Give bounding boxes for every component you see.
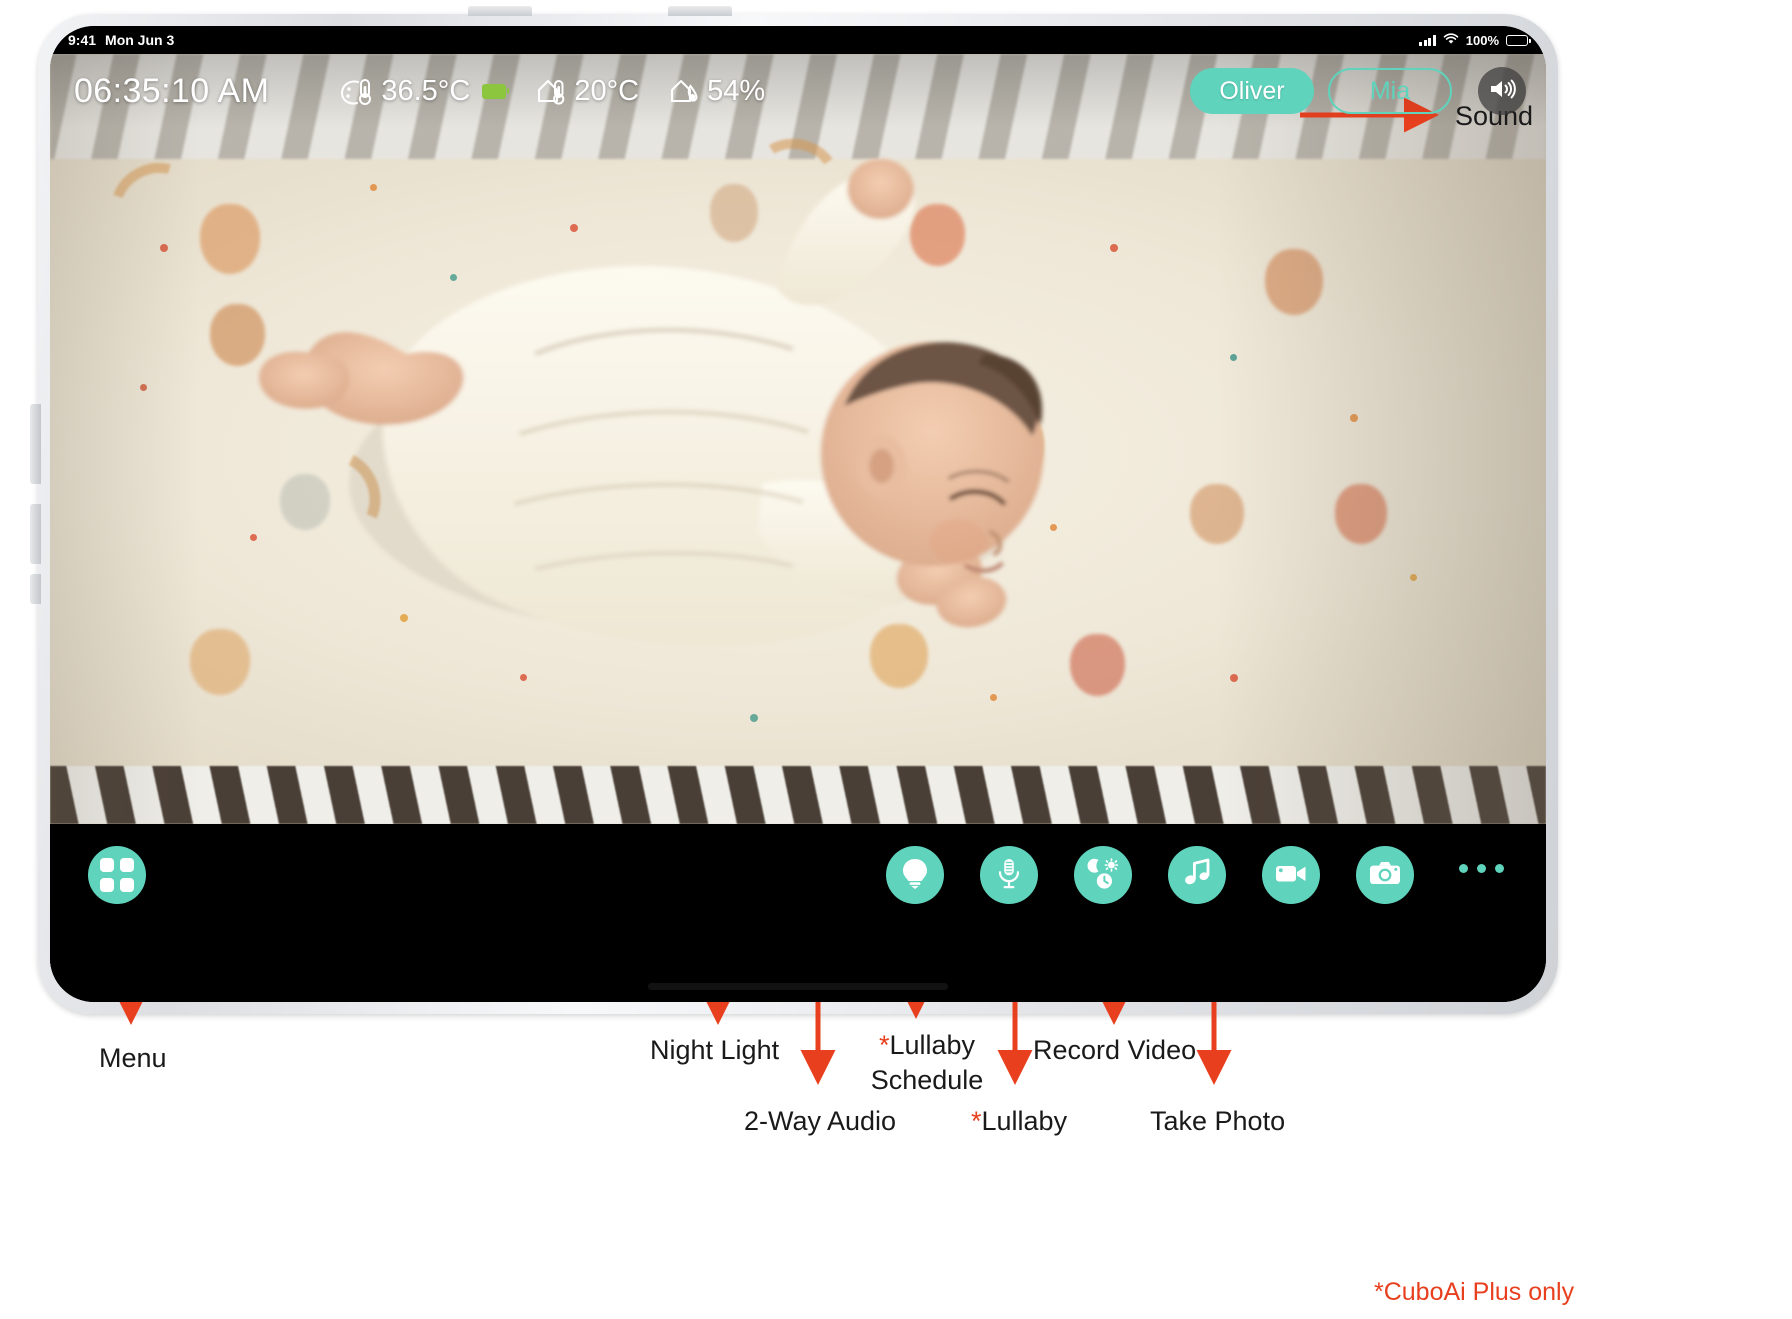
- tablet-screen: 9:41 Mon Jun 3 100% 06:35:10 AM 36.5°C 2…: [50, 26, 1546, 1002]
- microphone-icon: [996, 857, 1022, 894]
- wifi-icon: [1443, 32, 1459, 48]
- annotation-lullaby-label: *Lullaby: [971, 1106, 1067, 1137]
- live-clock: 06:35:10 AM: [74, 71, 270, 110]
- ios-status-date: Mon Jun 3: [105, 32, 175, 48]
- device-bezel: 9:41 Mon Jun 3 100% 06:35:10 AM 36.5°C 2…: [50, 26, 1546, 1002]
- lullaby-button[interactable]: [1168, 846, 1226, 904]
- cellular-signal-icon: [1419, 34, 1436, 46]
- take-photo-button[interactable]: [1356, 846, 1414, 904]
- feed-vignette-left: [50, 54, 200, 824]
- device-top-button-2[interactable]: [668, 6, 732, 16]
- room-humidity-metric: 54%: [669, 75, 765, 108]
- night-light-button[interactable]: [886, 846, 944, 904]
- device-side-button[interactable]: [30, 574, 41, 604]
- light-bulb-icon: [900, 857, 930, 894]
- sensor-battery-indicator: [482, 83, 510, 99]
- annotation-two-way-audio-label: 2-Way Audio: [744, 1106, 897, 1136]
- annotation-lullaby-schedule-star: *: [878, 1030, 890, 1060]
- room-humidity-value: 54%: [707, 74, 766, 107]
- battery-full-icon: [1506, 34, 1531, 46]
- more-dots-icon: [1477, 864, 1486, 873]
- more-options-button[interactable]: [1459, 864, 1504, 873]
- device-volume-down-button[interactable]: [30, 504, 41, 564]
- moon-sun-clock-icon: [1086, 857, 1120, 894]
- tablet-device-frame: 9:41 Mon Jun 3 100% 06:35:10 AM 36.5°C 2…: [30, 6, 1558, 1014]
- annotation-take-photo-label: Take Photo: [1150, 1106, 1286, 1136]
- annotation-lullaby-star: *: [971, 1106, 982, 1136]
- tool-buttons-group: [886, 846, 1414, 904]
- profile-tab-mia-label: Mia: [1369, 76, 1411, 105]
- music-note-icon: [1182, 858, 1212, 893]
- photo-camera-icon: [1369, 860, 1401, 891]
- feed-vignette-right: [1216, 54, 1546, 824]
- room-temperature-metric: 20°C: [536, 75, 639, 108]
- room-temperature-value: 20°C: [574, 74, 640, 107]
- ios-status-battery-percent: 100%: [1465, 32, 1499, 48]
- menu-button[interactable]: [88, 846, 146, 904]
- room-humidity-icon: [669, 76, 699, 106]
- sensor-metrics-group: 36.5°C 20°C 54%: [339, 75, 765, 108]
- annotation-footnote: *CuboAi Plus only: [1374, 1278, 1575, 1306]
- screenshot-root: 9:41 Mon Jun 3 100% 06:35:10 AM 36.5°C 2…: [0, 0, 1792, 1319]
- home-indicator: [648, 983, 948, 990]
- device-volume-up-button[interactable]: [30, 404, 41, 484]
- annotation-lullaby-schedule-line2: Schedule: [870, 1064, 984, 1095]
- sound-toggle-button[interactable]: [1478, 67, 1526, 115]
- video-camera-icon: [1275, 861, 1307, 890]
- profile-tab-oliver-label: Oliver: [1219, 76, 1285, 105]
- ios-status-time: 9:41: [68, 32, 97, 48]
- device-top-button-1[interactable]: [468, 6, 532, 16]
- record-video-button[interactable]: [1262, 846, 1320, 904]
- annotation-lullaby-schedule-label: *Lullaby Schedule: [862, 1028, 992, 1097]
- bottom-control-bar: [50, 824, 1546, 1002]
- ios-status-bar: 9:41 Mon Jun 3 100%: [50, 26, 1546, 54]
- annotation-night-light-label: Night Light: [650, 1035, 780, 1065]
- annotation-lullaby-text: Lullaby: [981, 1106, 1068, 1136]
- more-dots-icon: [1459, 864, 1468, 873]
- room-temperature-icon: [536, 76, 566, 106]
- body-temperature-metric: 36.5°C: [339, 74, 510, 108]
- app-top-overlay-bar: 06:35:10 AM 36.5°C 20°C 54% Oliver Mia: [50, 54, 1546, 128]
- more-dots-icon: [1495, 864, 1504, 873]
- body-temperature-icon: [339, 76, 373, 106]
- annotation-lullaby-schedule-line1: Lullaby: [889, 1030, 976, 1060]
- sound-speaker-icon: [1488, 77, 1516, 106]
- profile-tab-oliver[interactable]: Oliver: [1190, 68, 1314, 114]
- lullaby-schedule-button[interactable]: [1074, 846, 1132, 904]
- body-temperature-value: 36.5°C: [381, 74, 471, 107]
- baby-profile-tabs: Oliver Mia: [1190, 67, 1526, 115]
- annotation-menu-label: Menu: [99, 1043, 167, 1073]
- profile-tab-mia[interactable]: Mia: [1328, 68, 1452, 114]
- camera-video-feed[interactable]: [50, 54, 1546, 824]
- annotation-record-video-label: Record Video: [1033, 1035, 1197, 1065]
- grid-menu-icon: [100, 858, 134, 892]
- two-way-audio-button[interactable]: [980, 846, 1038, 904]
